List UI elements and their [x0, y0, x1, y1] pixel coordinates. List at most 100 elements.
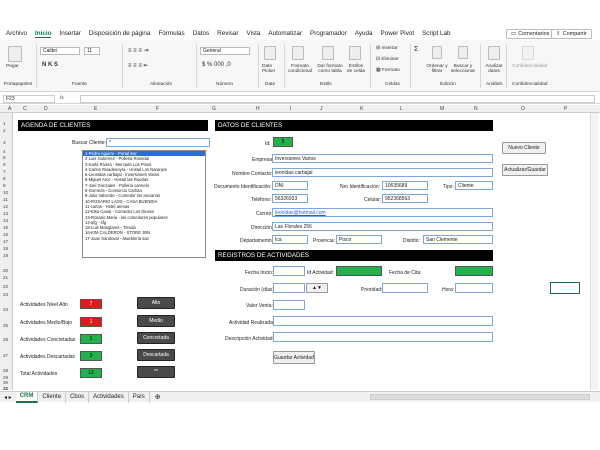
menu-item-script-lab[interactable]: Script Lab: [422, 30, 450, 37]
format-cells-button[interactable]: ▦ Formato: [376, 68, 400, 73]
row-header[interactable]: 11: [3, 197, 8, 202]
row-header[interactable]: 28: [3, 368, 8, 373]
filter-button-0[interactable]: Alto: [137, 297, 175, 309]
menu-item-ayuda[interactable]: Ayuda: [355, 30, 373, 37]
row-header[interactable]: 16: [3, 232, 8, 237]
horizontal-scrollbar[interactable]: [370, 394, 590, 400]
cell-styles-icon[interactable]: [349, 46, 361, 60]
col-header[interactable]: I: [290, 106, 291, 112]
col-header[interactable]: D: [44, 106, 48, 112]
prioridad-input[interactable]: [382, 283, 428, 293]
row-header[interactable]: 10: [3, 190, 8, 195]
col-header[interactable]: P: [564, 106, 567, 112]
tab-crm[interactable]: CRM: [15, 391, 39, 403]
row-header[interactable]: 27: [3, 353, 8, 358]
nroid-input[interactable]: 10635689: [382, 181, 428, 190]
row-header[interactable]: 13: [3, 211, 8, 216]
col-header[interactable]: A: [8, 106, 11, 112]
name-box[interactable]: F23: [3, 95, 55, 103]
sensitivity-icon[interactable]: [522, 46, 534, 60]
menu-item-inicio[interactable]: Inicio: [35, 30, 52, 38]
align-icons[interactable]: ≡ ≡ ≡ ⇥: [128, 47, 149, 54]
duracion-input[interactable]: [273, 283, 305, 293]
provincia-input[interactable]: Pisco: [336, 235, 382, 244]
row-header[interactable]: 30: [3, 380, 8, 385]
font-name-select[interactable]: Calibri: [40, 47, 80, 55]
tab-pais[interactable]: País: [129, 391, 150, 403]
filter-button-1[interactable]: Medio: [137, 315, 175, 327]
bold-icon[interactable]: N K S: [42, 62, 58, 68]
row-header[interactable]: 3: [3, 140, 6, 145]
filter-button-2[interactable]: Concretada: [137, 332, 175, 344]
row-header[interactable]: 23: [3, 292, 8, 297]
row-header[interactable]: 12: [3, 204, 8, 209]
paste-icon[interactable]: [8, 46, 22, 62]
departamento-input[interactable]: Ica: [272, 235, 308, 244]
align-icons-2[interactable]: ≡ ≡ ≡ ⇤: [128, 62, 149, 69]
hora-input[interactable]: [455, 283, 493, 293]
menu-item-insertar[interactable]: Insertar: [59, 30, 80, 37]
analyze-data-icon[interactable]: [488, 46, 500, 60]
row-header[interactable]: 21: [3, 275, 8, 280]
direccion-input[interactable]: Las Florales 256: [272, 222, 493, 231]
date-picker-icon[interactable]: [264, 46, 276, 60]
row-header[interactable]: 24: [3, 307, 8, 312]
row-header[interactable]: 5: [3, 155, 6, 160]
col-header[interactable]: H: [256, 106, 260, 112]
row-header[interactable]: 6: [3, 162, 6, 167]
save-activity-button[interactable]: Guardar Actividad: [273, 351, 315, 364]
col-header[interactable]: O: [521, 106, 525, 112]
menu-item-archivo[interactable]: Archivo: [6, 30, 27, 37]
row-header[interactable]: 8: [3, 176, 6, 181]
col-header[interactable]: L: [400, 106, 403, 112]
filter-button-4[interactable]: **: [137, 366, 175, 378]
menu-item-revisar[interactable]: Revisar: [217, 30, 238, 37]
format-table-icon[interactable]: [322, 46, 334, 60]
delete-cells-button[interactable]: ⊟ Eliminar: [376, 57, 399, 62]
valor-venta-input[interactable]: [273, 300, 305, 310]
row-header[interactable]: 1: [3, 121, 6, 126]
fecha-inicio-input[interactable]: [273, 266, 305, 276]
vertical-scrollbar[interactable]: [590, 113, 598, 390]
number-format-select[interactable]: General: [200, 47, 250, 55]
row-header[interactable]: 14: [3, 218, 8, 223]
row-header[interactable]: 20: [3, 268, 8, 273]
col-header[interactable]: C: [23, 106, 27, 112]
menu-item-f-rmulas[interactable]: Fórmulas: [158, 30, 184, 37]
col-header[interactable]: K: [360, 106, 363, 112]
menu-item-disposici-n-de-p-gina[interactable]: Disposición de página: [89, 30, 151, 37]
font-size-select[interactable]: 11: [84, 47, 100, 55]
contacto-input[interactable]: leonidas carbajal: [272, 168, 493, 177]
menu-item-automatizar[interactable]: Automatizar: [268, 30, 302, 37]
insert-cells-button[interactable]: ⊞ Insertar: [376, 46, 398, 51]
menu-item-datos[interactable]: Datos: [193, 30, 209, 37]
new-client-button[interactable]: Nuevo Cliente: [502, 142, 546, 154]
row-header[interactable]: 15: [3, 225, 8, 230]
row-header[interactable]: 2: [3, 128, 6, 133]
col-header[interactable]: J: [320, 106, 323, 112]
row-header[interactable]: 4: [3, 149, 6, 154]
tipo-input[interactable]: Cliente: [455, 181, 493, 190]
col-header[interactable]: F: [156, 106, 159, 112]
row-header[interactable]: 9: [3, 183, 6, 188]
col-header[interactable]: E: [94, 106, 97, 112]
row-header[interactable]: 19: [3, 253, 8, 258]
share-button[interactable]: ⇪ Compartir: [551, 29, 592, 39]
tab-actividades[interactable]: Actividades: [89, 391, 129, 403]
number-icons[interactable]: $ % 000 ,0: [202, 62, 231, 68]
conditional-format-icon[interactable]: [292, 46, 304, 60]
telefono-input[interactable]: 56326933: [272, 194, 308, 203]
client-list[interactable]: 1-Pedro Aguirre - Portal Sur 2-Luis Gutie…: [82, 150, 206, 258]
actividad-realizada-input[interactable]: [273, 316, 493, 326]
fx-icon[interactable]: fx: [60, 96, 64, 101]
row-header[interactable]: 25: [3, 323, 8, 328]
col-header[interactable]: G: [212, 106, 216, 112]
tab-cliente[interactable]: Cliente: [38, 391, 67, 403]
menu-item-programador[interactable]: Programador: [310, 30, 347, 37]
duracion-spinner[interactable]: ▲▼: [306, 283, 328, 293]
col-header[interactable]: N: [474, 106, 478, 112]
tab-prev-icon[interactable]: ◂ ▸: [0, 394, 16, 401]
sum-icon[interactable]: Σ: [414, 46, 418, 53]
row-header[interactable]: 17: [3, 239, 8, 244]
add-sheet-icon[interactable]: ⊕: [150, 393, 166, 401]
